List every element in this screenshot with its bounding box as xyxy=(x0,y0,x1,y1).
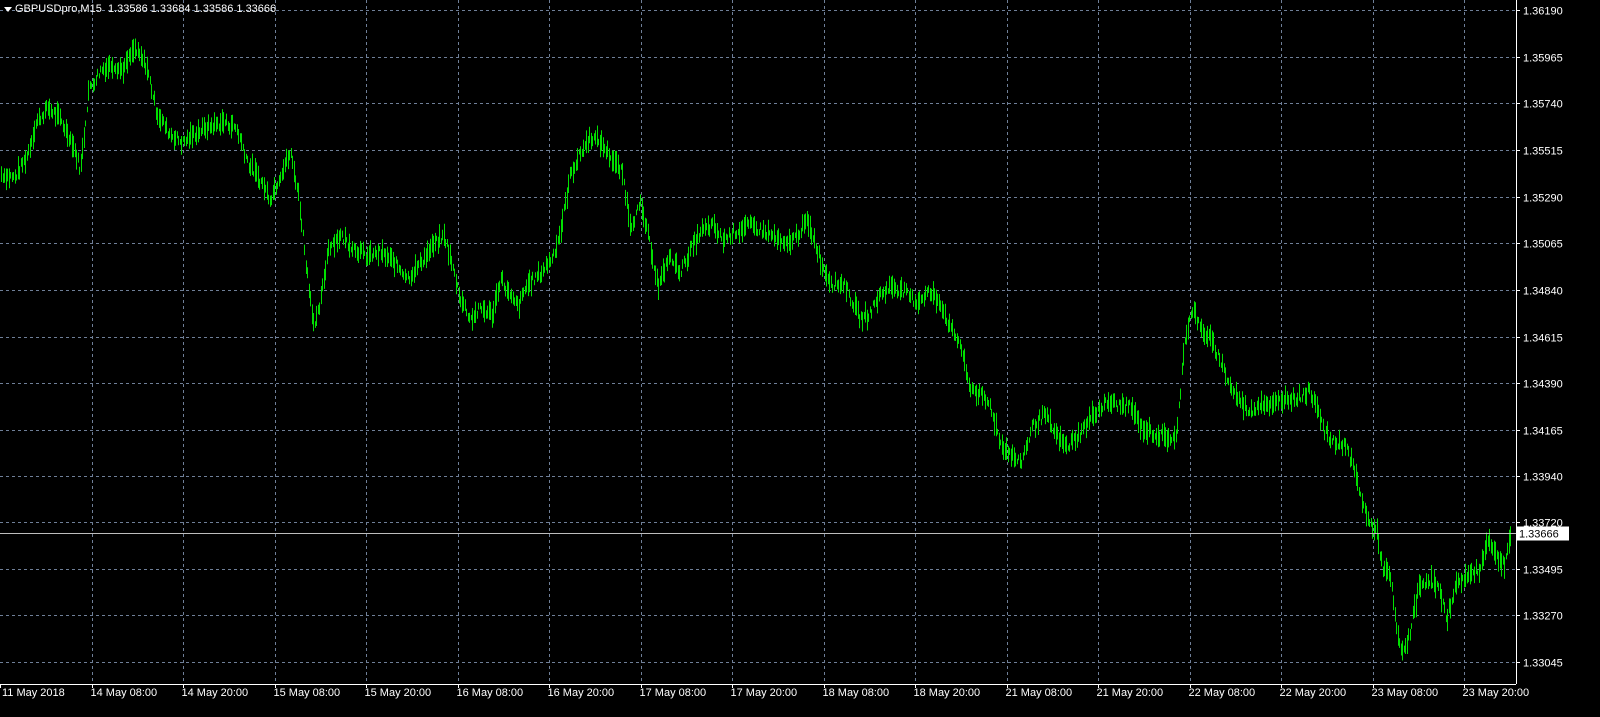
ohlc-values: 1.33586 1.33684 1.33586 1.33666 xyxy=(107,3,277,15)
x-tick-label: 17 May 08:00 xyxy=(640,687,707,699)
y-tick-label: 1.33270 xyxy=(1523,611,1563,623)
chart-title: GBPUSDpro,M15 1.33586 1.33684 1.33586 1.… xyxy=(4,3,276,15)
y-tick-label: 1.33045 xyxy=(1523,658,1563,670)
x-tick-label: 16 May 08:00 xyxy=(457,687,524,699)
x-tick-label: 23 May 08:00 xyxy=(1372,687,1439,699)
x-tick-label: 15 May 20:00 xyxy=(365,687,432,699)
x-tick-label: 14 May 08:00 xyxy=(91,687,158,699)
x-tick-label: 15 May 08:00 xyxy=(274,687,341,699)
x-tick-label: 14 May 20:00 xyxy=(182,687,249,699)
x-tick-label: 23 May 20:00 xyxy=(1463,687,1530,699)
x-tick-label: 21 May 20:00 xyxy=(1097,687,1164,699)
x-tick-label: 11 May 2018 xyxy=(2,687,65,699)
x-tick-label: 16 May 20:00 xyxy=(548,687,615,699)
y-tick-label: 1.34615 xyxy=(1523,333,1563,345)
y-tick-label: 1.33495 xyxy=(1523,565,1563,577)
chart-window[interactable]: 1.33666 1.36190 1.35965 1.35740 1.35515 1.35… xyxy=(0,0,1600,717)
x-tick-label: 18 May 20:00 xyxy=(914,687,981,699)
current-price-line: 1.33666 xyxy=(0,526,1569,541)
x-tick-label: 17 May 20:00 xyxy=(731,687,798,699)
x-tick-label: 21 May 08:00 xyxy=(1006,687,1073,699)
y-tick-label: 1.34840 xyxy=(1523,286,1563,298)
current-price-label: 1.33666 xyxy=(1519,529,1559,541)
y-tick-label: 1.36190 xyxy=(1523,6,1563,18)
x-tick-label: 18 May 08:00 xyxy=(823,687,890,699)
axes: 1.36190 1.35965 1.35740 1.35515 1.35290 1.350… xyxy=(0,0,1563,699)
dropdown-arrow-icon[interactable] xyxy=(4,6,12,12)
y-tick-label: 1.35065 xyxy=(1523,239,1563,251)
y-tick-label: 1.33940 xyxy=(1523,472,1563,484)
y-tick-label: 1.35290 xyxy=(1523,193,1563,205)
symbol-label: GBPUSDpro,M15 xyxy=(15,3,102,15)
price-bars xyxy=(1,38,1511,661)
x-tick-label: 22 May 20:00 xyxy=(1280,687,1347,699)
y-tick-label: 1.35965 xyxy=(1523,53,1563,65)
y-tick-label: 1.35740 xyxy=(1523,99,1563,111)
y-tick-label: 1.34390 xyxy=(1523,379,1563,391)
grid xyxy=(0,0,1516,684)
y-tick-label: 1.34165 xyxy=(1523,426,1563,438)
y-tick-label: 1.35515 xyxy=(1523,146,1563,158)
y-tick-label: 1.33720 xyxy=(1523,518,1563,530)
price-chart[interactable]: 1.33666 1.36190 1.35965 1.35740 1.35515 1.35… xyxy=(0,0,1600,717)
x-tick-label: 22 May 08:00 xyxy=(1189,687,1256,699)
